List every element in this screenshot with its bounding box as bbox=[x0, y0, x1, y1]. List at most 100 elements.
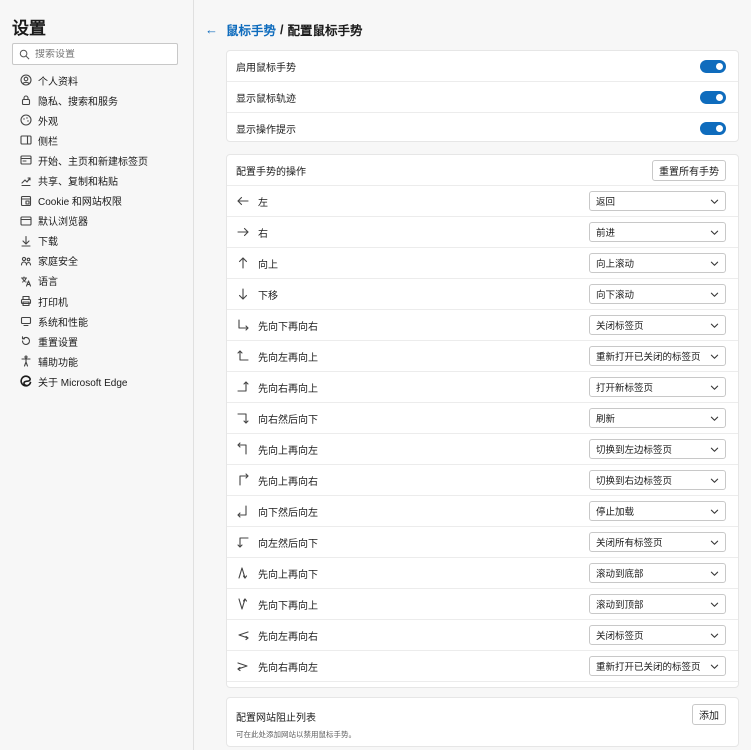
printer-icon bbox=[20, 295, 32, 307]
gesture-row: 右 前进 bbox=[227, 217, 738, 248]
add-site-button[interactable]: 添加 bbox=[692, 704, 726, 725]
sidebar-item-label: 开始、主页和新建标签页 bbox=[38, 156, 148, 168]
language-icon bbox=[20, 275, 32, 287]
sidebar-item-label: 辅助功能 bbox=[38, 357, 78, 369]
back-arrow-icon[interactable]: ← bbox=[205, 22, 218, 37]
sidebar-item[interactable]: 语言 bbox=[0, 271, 193, 291]
left-up-icon bbox=[236, 349, 250, 363]
gesture-row: 先向左再向右 关闭标签页 bbox=[227, 620, 738, 651]
site-permissions-icon bbox=[20, 195, 32, 207]
gesture-action-value: 滚动到底部 bbox=[596, 569, 644, 580]
gesture-action-value: 关闭标签页 bbox=[596, 321, 644, 332]
gesture-action-dropdown[interactable]: 重新打开已关闭的标签页 bbox=[589, 346, 726, 366]
sidebar-item-label: Cookie 和网站权限 bbox=[38, 197, 122, 209]
gesture-label: 先向右再向上 bbox=[258, 383, 318, 395]
gesture-action-value: 刷新 bbox=[596, 414, 616, 425]
gesture-action-dropdown[interactable]: 打开新标签页 bbox=[589, 377, 726, 397]
chevron-down-icon bbox=[710, 228, 719, 237]
gesture-label: 先向左再向上 bbox=[258, 352, 318, 364]
sidebar-item-label: 重置设置 bbox=[38, 337, 78, 349]
sidebar-item[interactable]: 系统和性能 bbox=[0, 311, 193, 331]
blocklist-card: 配置网站阻止列表 添加 可在此处添加网站以禁用鼠标手势。 bbox=[226, 697, 739, 747]
gesture-action-value: 返回 bbox=[596, 197, 616, 208]
left-right-icon bbox=[236, 628, 250, 642]
sidebar-item[interactable]: 个人资料 bbox=[0, 70, 193, 90]
gesture-action-dropdown[interactable]: 前进 bbox=[589, 222, 726, 242]
down-left-icon bbox=[236, 504, 250, 518]
arrow-up-icon bbox=[236, 256, 250, 270]
gesture-action-dropdown[interactable]: 关闭所有标签页 bbox=[589, 532, 726, 552]
gesture-action-value: 滚动到顶部 bbox=[596, 600, 644, 611]
sidebar-item[interactable]: 共享、复制和粘贴 bbox=[0, 170, 193, 190]
sidebar-item[interactable]: 开始、主页和新建标签页 bbox=[0, 150, 193, 170]
search-input[interactable] bbox=[35, 48, 165, 60]
sidebar-item-label: 共享、复制和粘贴 bbox=[38, 177, 118, 189]
chevron-down-icon bbox=[710, 538, 719, 547]
arrow-right-icon bbox=[236, 225, 250, 239]
lock-icon bbox=[20, 94, 32, 106]
gesture-action-value: 重新打开已关闭的标签页 bbox=[596, 352, 701, 363]
gesture-row: 先向右再向左 重新打开已关闭的标签页 bbox=[227, 651, 738, 682]
gesture-label: 右 bbox=[258, 228, 268, 240]
enable-gestures-switch[interactable] bbox=[700, 59, 726, 73]
show-hints-switch[interactable] bbox=[700, 122, 726, 135]
main-content: ← 鼠标手势 / 配置鼠标手势 启用鼠标手势 显示鼠标轨迹 显示操作提示 配置手… bbox=[195, 0, 751, 750]
gesture-row: 先向上再向左 切换到左边标签页 bbox=[227, 434, 738, 465]
gesture-label: 先向右再向左 bbox=[258, 662, 318, 674]
chevron-down-icon bbox=[710, 507, 719, 516]
gesture-action-dropdown[interactable]: 滚动到顶部 bbox=[589, 594, 726, 614]
sidebar-item[interactable]: 打印机 bbox=[0, 291, 193, 311]
sidebar-item[interactable]: Cookie 和网站权限 bbox=[0, 191, 193, 211]
chevron-down-icon bbox=[710, 662, 719, 671]
gesture-label: 向左然后向下 bbox=[258, 538, 318, 550]
sidebar-item[interactable]: 侧栏 bbox=[0, 130, 193, 150]
download-icon bbox=[20, 235, 32, 247]
gesture-action-dropdown[interactable]: 关闭标签页 bbox=[589, 315, 726, 335]
gesture-action-dropdown[interactable]: 停止加载 bbox=[589, 501, 726, 521]
breadcrumb-parent-link[interactable]: 鼠标手势 bbox=[226, 20, 276, 39]
gesture-action-dropdown[interactable]: 返回 bbox=[589, 191, 726, 211]
search-icon bbox=[13, 44, 35, 64]
chevron-down-icon bbox=[710, 197, 719, 206]
home-icon bbox=[20, 154, 32, 166]
sidebar-item-label: 打印机 bbox=[38, 297, 68, 309]
arrow-left-icon bbox=[236, 194, 250, 208]
gesture-action-value: 向下滚动 bbox=[596, 290, 635, 301]
reset-all-gestures-button[interactable]: 重置所有手势 bbox=[652, 159, 726, 181]
sidebar-item[interactable]: 家庭安全 bbox=[0, 251, 193, 271]
toggle-row-show-trail: 显示鼠标轨迹 bbox=[227, 82, 738, 113]
gesture-action-dropdown[interactable]: 重新打开已关闭的标签页 bbox=[589, 656, 726, 676]
gesture-label: 先向上再向下 bbox=[258, 569, 318, 581]
gesture-action-dropdown[interactable]: 滚动到底部 bbox=[589, 563, 726, 583]
sidebar-item[interactable]: 重置设置 bbox=[0, 331, 193, 351]
chevron-down-icon bbox=[710, 569, 719, 578]
gesture-row: 先向左再向上 重新打开已关闭的标签页 bbox=[227, 341, 738, 372]
gesture-action-dropdown[interactable]: 关闭标签页 bbox=[589, 625, 726, 645]
sidebar-item-label: 隐私、搜索和服务 bbox=[38, 96, 118, 108]
share-icon bbox=[20, 175, 32, 187]
sidebar-item[interactable]: 辅助功能 bbox=[0, 351, 193, 371]
sidebar-item[interactable]: 下载 bbox=[0, 231, 193, 251]
chevron-down-icon bbox=[710, 631, 719, 640]
chevron-down-icon bbox=[710, 290, 719, 299]
sidebar-item[interactable]: 默认浏览器 bbox=[0, 211, 193, 231]
show-trail-switch[interactable] bbox=[700, 90, 726, 104]
sidebar-item[interactable]: 关于 Microsoft Edge bbox=[0, 371, 193, 391]
sidebar-item-label: 个人资料 bbox=[38, 76, 78, 88]
gesture-row: 先向下再向右 关闭标签页 bbox=[227, 310, 738, 341]
gesture-action-dropdown[interactable]: 刷新 bbox=[589, 408, 726, 428]
gesture-label: 向右然后向下 bbox=[258, 414, 318, 426]
gesture-action-dropdown[interactable]: 向上滚动 bbox=[589, 253, 726, 273]
sidebar-icon bbox=[20, 134, 32, 146]
sidebar-item[interactable]: 隐私、搜索和服务 bbox=[0, 90, 193, 110]
gesture-actions-card: 配置手势的操作 重置所有手势 左返回右前进 向上 向上滚动 下移 向下滚动 先向下再向右关… bbox=[226, 154, 739, 688]
gesture-action-dropdown[interactable]: 切换到左边标签页 bbox=[589, 439, 726, 459]
gesture-action-dropdown[interactable]: 切换到右边标签页 bbox=[589, 470, 726, 490]
search-box[interactable] bbox=[12, 43, 178, 65]
gesture-row: 左 返回 bbox=[227, 186, 738, 217]
sidebar-item[interactable]: 外观 bbox=[0, 110, 193, 130]
gesture-action-dropdown[interactable]: 向下滚动 bbox=[589, 284, 726, 304]
gesture-row: 向左然后向下 关闭所有标签页 bbox=[227, 527, 738, 558]
gesture-label: 先向上再向左 bbox=[258, 445, 318, 457]
gesture-action-value: 重新打开已关闭的标签页 bbox=[596, 662, 701, 673]
